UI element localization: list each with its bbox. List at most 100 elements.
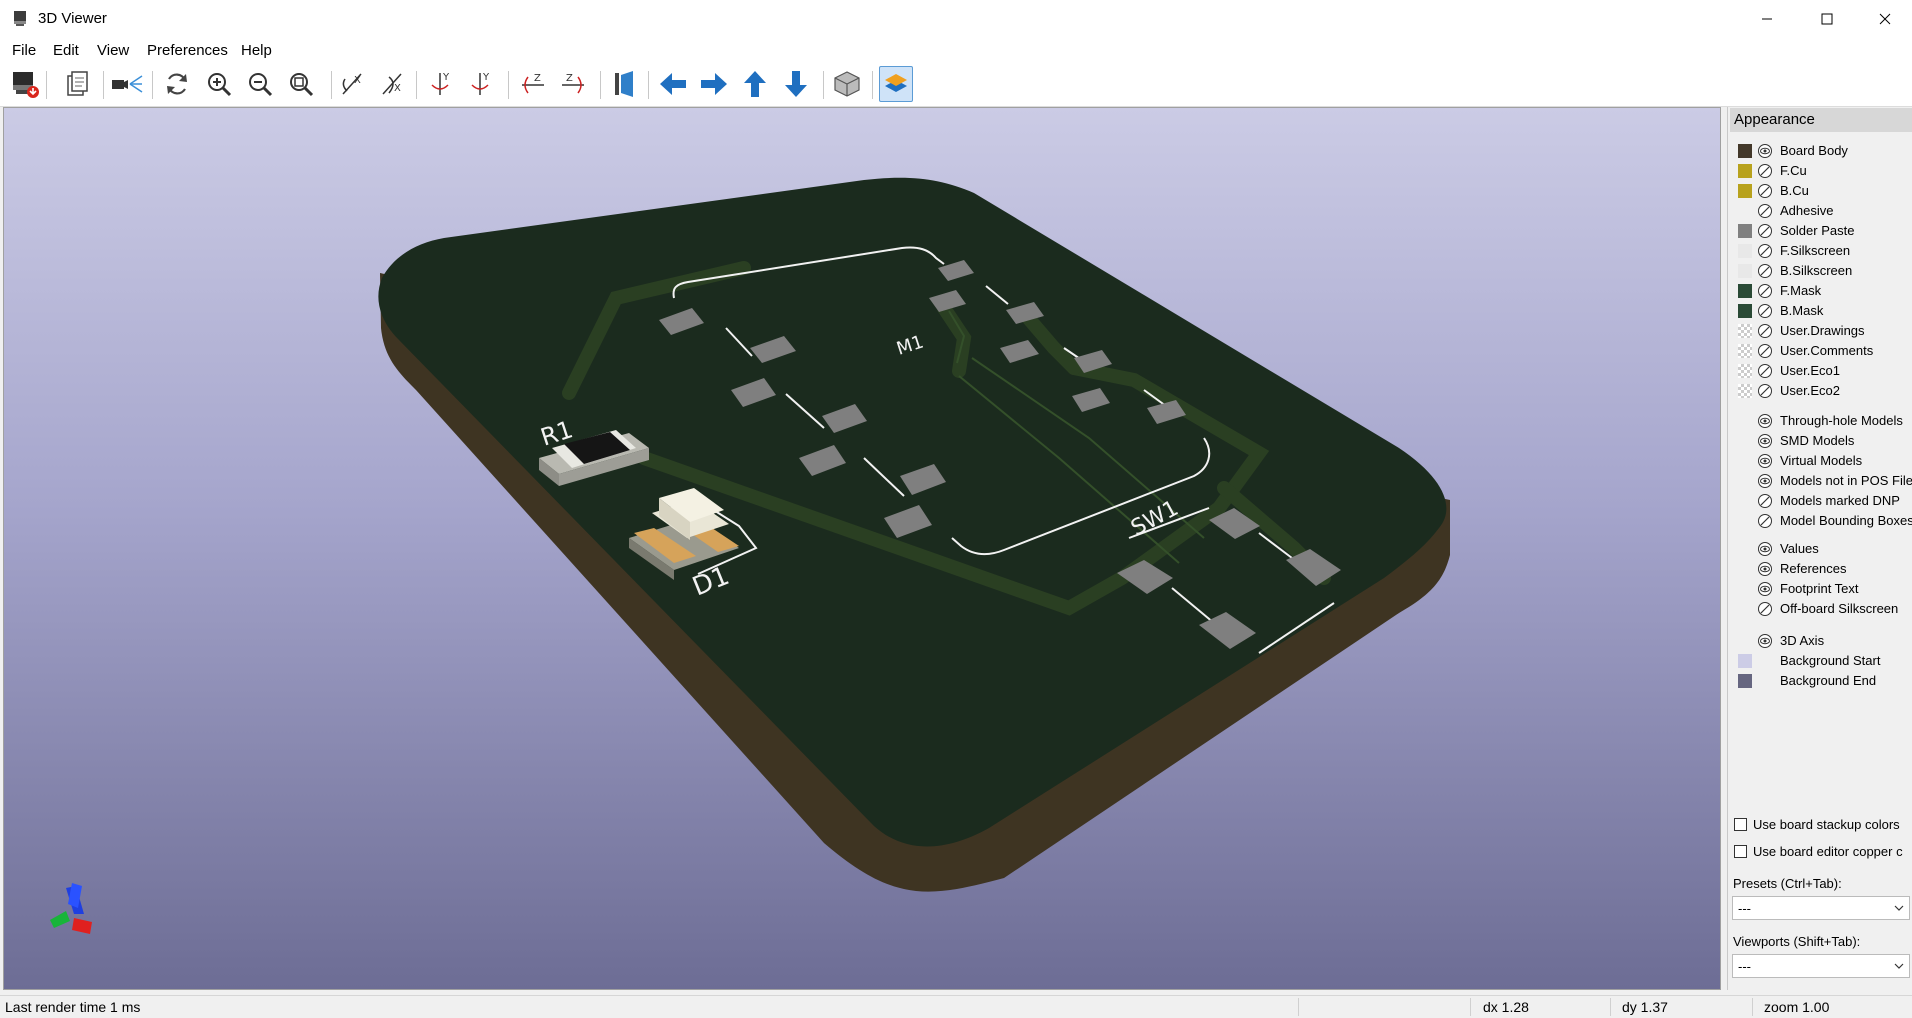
toggle-orthographic-button[interactable]: [830, 66, 864, 102]
hidden-icon[interactable]: [1758, 204, 1772, 218]
zoom-in-button[interactable]: [202, 66, 236, 102]
viewports-dropdown[interactable]: ---: [1732, 954, 1910, 978]
color-swatch[interactable]: [1738, 244, 1752, 258]
appearance-row-smd-models[interactable]: SMD Models: [1728, 431, 1912, 451]
hidden-icon[interactable]: [1758, 224, 1772, 238]
rotate-x-cw-button[interactable]: X: [375, 66, 409, 102]
appearance-row-footprint-text[interactable]: Footprint Text: [1728, 579, 1912, 599]
appearance-row-adhesive[interactable]: Adhesive: [1728, 201, 1912, 221]
move-left-button[interactable]: [656, 66, 690, 102]
menu-file[interactable]: File: [8, 42, 40, 59]
appearance-row-background-end[interactable]: Background End: [1728, 671, 1912, 691]
menu-preferences[interactable]: Preferences: [143, 42, 232, 59]
eye-icon[interactable]: [1758, 414, 1772, 428]
move-right-button[interactable]: [697, 66, 731, 102]
color-swatch[interactable]: [1738, 144, 1752, 158]
appearance-row-solder-paste[interactable]: Solder Paste: [1728, 221, 1912, 241]
render-raytracing-button[interactable]: [8, 66, 42, 102]
color-swatch[interactable]: [1738, 164, 1752, 178]
eye-icon[interactable]: [1758, 434, 1772, 448]
eye-icon[interactable]: [1758, 144, 1772, 158]
layers-manager-button[interactable]: [879, 66, 913, 102]
move-down-button[interactable]: [779, 66, 813, 102]
color-swatch[interactable]: [1738, 224, 1752, 238]
color-swatch[interactable]: [1738, 384, 1752, 398]
appearance-row-through-hole-models[interactable]: Through-hole Models: [1728, 411, 1912, 431]
appearance-row-f-silkscreen[interactable]: F.Silkscreen: [1728, 241, 1912, 261]
color-swatch[interactable]: [1738, 364, 1752, 378]
zoom-fit-button[interactable]: [284, 66, 318, 102]
3d-viewport[interactable]: R1 D1 M1 SW1: [3, 107, 1721, 990]
rotate-y-cw-button[interactable]: Y: [464, 66, 498, 102]
rotate-y-ccw-button[interactable]: Y: [424, 66, 458, 102]
hidden-icon[interactable]: [1758, 344, 1772, 358]
eye-icon[interactable]: [1758, 542, 1772, 556]
hidden-icon[interactable]: [1758, 602, 1772, 616]
hidden-icon[interactable]: [1758, 164, 1772, 178]
move-up-button[interactable]: [738, 66, 772, 102]
eye-icon[interactable]: [1758, 582, 1772, 596]
hidden-icon[interactable]: [1758, 304, 1772, 318]
hidden-icon[interactable]: [1758, 384, 1772, 398]
color-swatch[interactable]: [1738, 654, 1752, 668]
appearance-row-virtual-models[interactable]: Virtual Models: [1728, 451, 1912, 471]
appearance-row-b-cu[interactable]: B.Cu: [1728, 181, 1912, 201]
appearance-row-user-comments[interactable]: User.Comments: [1728, 341, 1912, 361]
color-swatch[interactable]: [1738, 284, 1752, 298]
appearance-row-background-start[interactable]: Background Start: [1728, 651, 1912, 671]
hidden-icon[interactable]: [1758, 494, 1772, 508]
menu-help[interactable]: Help: [237, 42, 276, 59]
flip-board-button[interactable]: [606, 66, 640, 102]
menu-edit[interactable]: Edit: [49, 42, 83, 59]
appearance-row-user-drawings[interactable]: User.Drawings: [1728, 321, 1912, 341]
zoom-out-button[interactable]: [243, 66, 277, 102]
hidden-icon[interactable]: [1758, 244, 1772, 258]
hidden-icon[interactable]: [1758, 264, 1772, 278]
copy-image-button[interactable]: [60, 66, 94, 102]
appearance-row-3d-axis[interactable]: 3D Axis: [1728, 631, 1912, 651]
reload-button[interactable]: [160, 66, 194, 102]
hidden-icon[interactable]: [1758, 514, 1772, 528]
color-swatch[interactable]: [1738, 324, 1752, 338]
color-swatch[interactable]: [1738, 264, 1752, 278]
eye-icon[interactable]: [1758, 634, 1772, 648]
hidden-icon[interactable]: [1758, 184, 1772, 198]
presets-dropdown[interactable]: ---: [1732, 896, 1910, 920]
appearance-row-user-eco2[interactable]: User.Eco2: [1728, 381, 1912, 401]
appearance-row-b-silkscreen[interactable]: B.Silkscreen: [1728, 261, 1912, 281]
close-button[interactable]: [1862, 0, 1908, 38]
appearance-row-references[interactable]: References: [1728, 559, 1912, 579]
appearance-row-models-not-in-pos-file[interactable]: Models not in POS File: [1728, 471, 1912, 491]
appearance-row-off-board-silkscreen[interactable]: Off-board Silkscreen: [1728, 599, 1912, 619]
lighting-settings-button[interactable]: [110, 66, 144, 102]
rotate-x-ccw-button[interactable]: X: [335, 66, 369, 102]
appearance-row-values[interactable]: Values: [1728, 539, 1912, 559]
layer-label: References: [1780, 561, 1847, 576]
use-stackup-colors-checkbox[interactable]: Use board stackup colors: [1734, 815, 1912, 835]
color-swatch[interactable]: [1738, 344, 1752, 358]
appearance-row-model-bounding-boxes[interactable]: Model Bounding Boxes: [1728, 511, 1912, 531]
appearance-row-f-mask[interactable]: F.Mask: [1728, 281, 1912, 301]
appearance-row-f-cu[interactable]: F.Cu: [1728, 161, 1912, 181]
minimize-button[interactable]: [1744, 0, 1790, 38]
hidden-icon[interactable]: [1758, 364, 1772, 378]
eye-icon[interactable]: [1758, 562, 1772, 576]
maximize-button[interactable]: [1804, 0, 1850, 38]
color-swatch[interactable]: [1738, 184, 1752, 198]
color-swatch[interactable]: [1738, 674, 1752, 688]
checkbox-box[interactable]: [1734, 818, 1747, 831]
appearance-row-models-marked-dnp[interactable]: Models marked DNP: [1728, 491, 1912, 511]
color-swatch[interactable]: [1738, 304, 1752, 318]
eye-icon[interactable]: [1758, 474, 1772, 488]
menu-view[interactable]: View: [93, 42, 133, 59]
hidden-icon[interactable]: [1758, 284, 1772, 298]
hidden-icon[interactable]: [1758, 324, 1772, 338]
rotate-z-cw-button[interactable]: Z: [556, 66, 590, 102]
appearance-row-user-eco1[interactable]: User.Eco1: [1728, 361, 1912, 381]
appearance-row-board-body[interactable]: Board Body: [1728, 141, 1912, 161]
use-editor-copper-checkbox[interactable]: Use board editor copper c: [1734, 842, 1912, 862]
eye-icon[interactable]: [1758, 454, 1772, 468]
rotate-z-ccw-button[interactable]: Z: [516, 66, 550, 102]
appearance-row-b-mask[interactable]: B.Mask: [1728, 301, 1912, 321]
checkbox-box[interactable]: [1734, 845, 1747, 858]
